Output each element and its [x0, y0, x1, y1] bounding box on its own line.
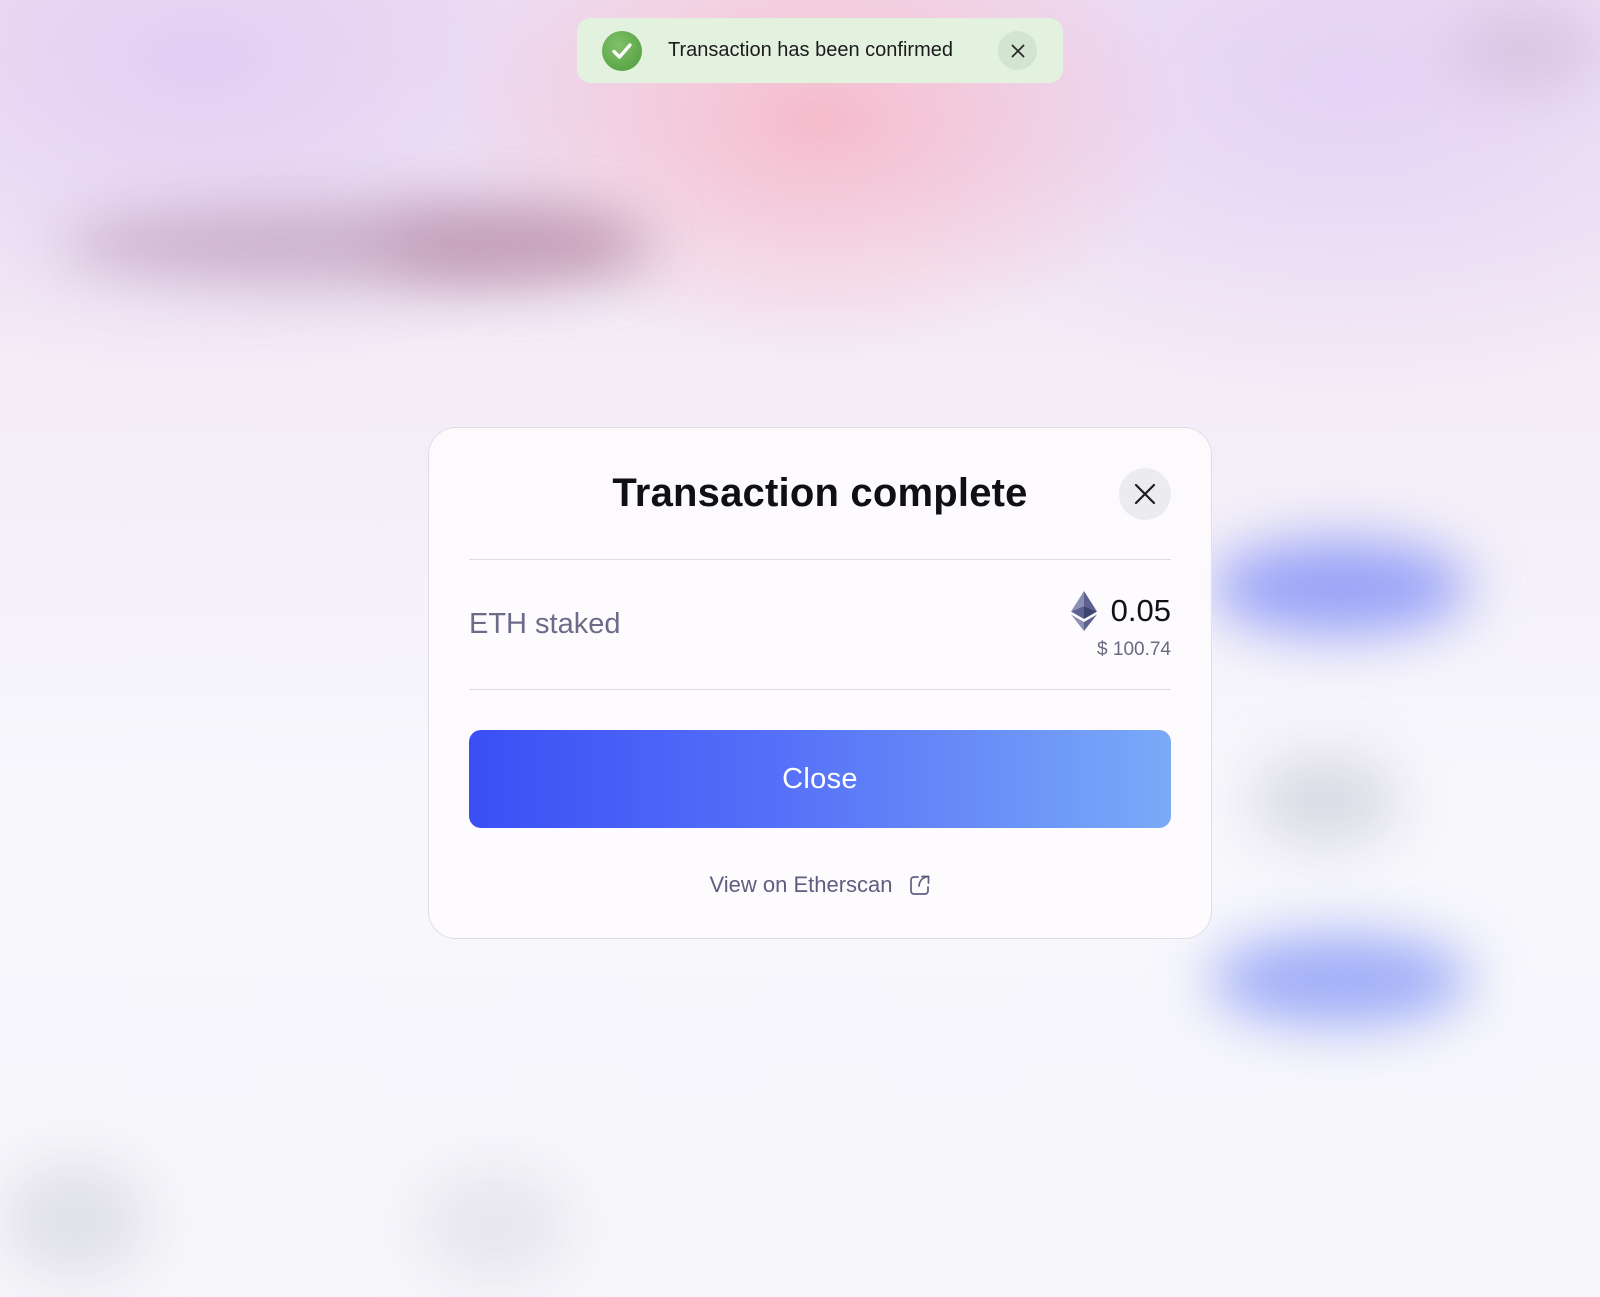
- background-blur: [0, 1160, 150, 1280]
- staked-amount: 0.05: [1110, 592, 1171, 628]
- background-blur: [1250, 755, 1400, 845]
- check-circle-icon: [602, 30, 642, 71]
- dialog-header: Transaction complete: [469, 428, 1171, 560]
- view-on-etherscan-link[interactable]: View on Etherscan: [469, 872, 1171, 898]
- etherscan-link-label: View on Etherscan: [709, 872, 893, 897]
- background-blur: [420, 1170, 570, 1280]
- background-blur: [1210, 540, 1470, 635]
- external-link-icon: [909, 875, 929, 895]
- ethereum-icon: [1070, 590, 1097, 631]
- toast-notification: Transaction has been confirmed: [577, 18, 1063, 83]
- staked-value: 0.05 $ 100.74: [1070, 589, 1171, 661]
- close-button[interactable]: Close: [469, 730, 1171, 828]
- close-icon: [1011, 44, 1024, 57]
- toast-message: Transaction has been confirmed: [668, 39, 953, 61]
- dialog-title: Transaction complete: [612, 471, 1028, 515]
- staked-amount-line: 0.05: [1070, 590, 1171, 631]
- staked-summary-row: ETH staked 0.05 $ 100.74: [469, 560, 1171, 690]
- background-blur: [380, 210, 640, 280]
- background-blur: [1210, 935, 1470, 1025]
- dialog-close-button[interactable]: [1119, 468, 1171, 520]
- close-icon: [1134, 483, 1156, 505]
- background-blur: [1450, 10, 1600, 90]
- staked-fiat-value: $ 100.74: [1097, 638, 1171, 660]
- staked-label: ETH staked: [469, 608, 621, 640]
- toast-close-button[interactable]: [998, 31, 1037, 70]
- transaction-complete-dialog: Transaction complete ETH staked 0.05 $ 1…: [428, 427, 1212, 939]
